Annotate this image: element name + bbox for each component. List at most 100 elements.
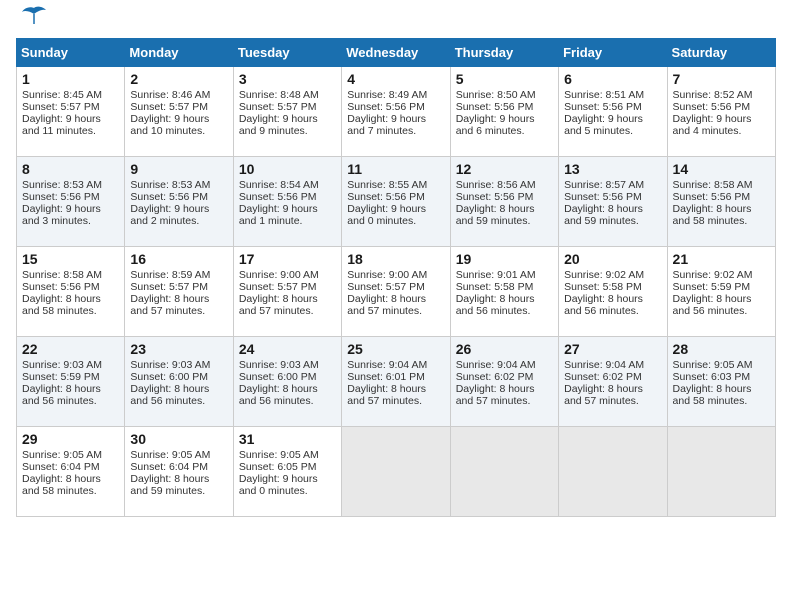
day-number: 14 [673,161,770,177]
sunset: Sunset: 6:00 PM [130,371,208,383]
daylight: Daylight: 8 hours and 59 minutes. [456,203,535,227]
day-number: 4 [347,71,444,87]
calendar-cell: 18Sunrise: 9:00 AMSunset: 5:57 PMDayligh… [342,247,450,337]
daylight: Daylight: 8 hours and 58 minutes. [22,293,101,317]
daylight: Daylight: 9 hours and 0 minutes. [239,473,318,497]
calendar-cell [450,427,558,517]
calendar-cell: 31Sunrise: 9:05 AMSunset: 6:05 PMDayligh… [233,427,341,517]
sunset: Sunset: 5:59 PM [673,281,751,293]
daylight: Daylight: 9 hours and 11 minutes. [22,113,101,137]
sunrise: Sunrise: 9:01 AM [456,269,536,281]
calendar-cell: 6Sunrise: 8:51 AMSunset: 5:56 PMDaylight… [559,67,667,157]
page-header [16,16,776,26]
calendar-cell: 26Sunrise: 9:04 AMSunset: 6:02 PMDayligh… [450,337,558,427]
day-number: 3 [239,71,336,87]
day-number: 31 [239,431,336,447]
day-number: 20 [564,251,661,267]
sunset: Sunset: 5:56 PM [22,191,100,203]
calendar-cell: 1Sunrise: 8:45 AMSunset: 5:57 PMDaylight… [17,67,125,157]
day-number: 29 [22,431,119,447]
calendar-cell: 2Sunrise: 8:46 AMSunset: 5:57 PMDaylight… [125,67,233,157]
calendar-cell: 27Sunrise: 9:04 AMSunset: 6:02 PMDayligh… [559,337,667,427]
sunset: Sunset: 5:56 PM [673,191,751,203]
sunrise: Sunrise: 8:58 AM [22,269,102,281]
calendar-week-row: 15Sunrise: 8:58 AMSunset: 5:56 PMDayligh… [17,247,776,337]
day-number: 27 [564,341,661,357]
daylight: Daylight: 8 hours and 58 minutes. [22,473,101,497]
day-number: 8 [22,161,119,177]
day-number: 2 [130,71,227,87]
calendar-cell: 3Sunrise: 8:48 AMSunset: 5:57 PMDaylight… [233,67,341,157]
calendar-cell: 14Sunrise: 8:58 AMSunset: 5:56 PMDayligh… [667,157,775,247]
sunset: Sunset: 6:03 PM [673,371,751,383]
sunset: Sunset: 5:56 PM [347,191,425,203]
calendar-cell: 22Sunrise: 9:03 AMSunset: 5:59 PMDayligh… [17,337,125,427]
calendar-cell: 24Sunrise: 9:03 AMSunset: 6:00 PMDayligh… [233,337,341,427]
header-monday: Monday [125,39,233,67]
calendar-cell: 13Sunrise: 8:57 AMSunset: 5:56 PMDayligh… [559,157,667,247]
daylight: Daylight: 9 hours and 10 minutes. [130,113,209,137]
calendar-cell: 20Sunrise: 9:02 AMSunset: 5:58 PMDayligh… [559,247,667,337]
sunrise: Sunrise: 8:52 AM [673,89,753,101]
sunrise: Sunrise: 8:58 AM [673,179,753,191]
day-number: 24 [239,341,336,357]
calendar-week-row: 29Sunrise: 9:05 AMSunset: 6:04 PMDayligh… [17,427,776,517]
sunrise: Sunrise: 8:50 AM [456,89,536,101]
day-number: 22 [22,341,119,357]
sunset: Sunset: 6:05 PM [239,461,317,473]
header-thursday: Thursday [450,39,558,67]
day-number: 16 [130,251,227,267]
daylight: Daylight: 9 hours and 3 minutes. [22,203,101,227]
calendar-cell [559,427,667,517]
calendar-cell: 25Sunrise: 9:04 AMSunset: 6:01 PMDayligh… [342,337,450,427]
daylight: Daylight: 8 hours and 57 minutes. [347,293,426,317]
sunrise: Sunrise: 8:49 AM [347,89,427,101]
calendar-cell: 29Sunrise: 9:05 AMSunset: 6:04 PMDayligh… [17,427,125,517]
sunset: Sunset: 6:00 PM [239,371,317,383]
calendar-week-row: 1Sunrise: 8:45 AMSunset: 5:57 PMDaylight… [17,67,776,157]
daylight: Daylight: 8 hours and 57 minutes. [564,383,643,407]
daylight: Daylight: 8 hours and 57 minutes. [239,293,318,317]
daylight: Daylight: 9 hours and 1 minute. [239,203,318,227]
calendar-cell: 17Sunrise: 9:00 AMSunset: 5:57 PMDayligh… [233,247,341,337]
sunrise: Sunrise: 9:05 AM [130,449,210,461]
sunrise: Sunrise: 8:48 AM [239,89,319,101]
sunset: Sunset: 5:56 PM [564,191,642,203]
sunrise: Sunrise: 9:03 AM [22,359,102,371]
sunset: Sunset: 5:56 PM [130,191,208,203]
calendar-cell: 5Sunrise: 8:50 AMSunset: 5:56 PMDaylight… [450,67,558,157]
sunset: Sunset: 5:56 PM [347,101,425,113]
sunrise: Sunrise: 8:53 AM [22,179,102,191]
day-number: 5 [456,71,553,87]
header-wednesday: Wednesday [342,39,450,67]
day-number: 6 [564,71,661,87]
day-number: 7 [673,71,770,87]
daylight: Daylight: 9 hours and 2 minutes. [130,203,209,227]
sunrise: Sunrise: 8:45 AM [22,89,102,101]
calendar-week-row: 8Sunrise: 8:53 AMSunset: 5:56 PMDaylight… [17,157,776,247]
sunset: Sunset: 6:02 PM [456,371,534,383]
day-number: 28 [673,341,770,357]
daylight: Daylight: 9 hours and 4 minutes. [673,113,752,137]
sunrise: Sunrise: 9:05 AM [673,359,753,371]
day-number: 10 [239,161,336,177]
daylight: Daylight: 8 hours and 59 minutes. [564,203,643,227]
day-number: 15 [22,251,119,267]
calendar-cell: 4Sunrise: 8:49 AMSunset: 5:56 PMDaylight… [342,67,450,157]
calendar-cell: 28Sunrise: 9:05 AMSunset: 6:03 PMDayligh… [667,337,775,427]
sunrise: Sunrise: 9:04 AM [564,359,644,371]
calendar-cell: 7Sunrise: 8:52 AMSunset: 5:56 PMDaylight… [667,67,775,157]
day-number: 19 [456,251,553,267]
day-number: 18 [347,251,444,267]
day-number: 21 [673,251,770,267]
day-number: 30 [130,431,227,447]
daylight: Daylight: 8 hours and 56 minutes. [22,383,101,407]
sunset: Sunset: 5:56 PM [564,101,642,113]
header-friday: Friday [559,39,667,67]
sunrise: Sunrise: 9:04 AM [456,359,536,371]
calendar-cell: 12Sunrise: 8:56 AMSunset: 5:56 PMDayligh… [450,157,558,247]
sunset: Sunset: 5:57 PM [347,281,425,293]
calendar-cell: 16Sunrise: 8:59 AMSunset: 5:57 PMDayligh… [125,247,233,337]
sunset: Sunset: 5:56 PM [456,191,534,203]
calendar-header-row: SundayMondayTuesdayWednesdayThursdayFrid… [17,39,776,67]
